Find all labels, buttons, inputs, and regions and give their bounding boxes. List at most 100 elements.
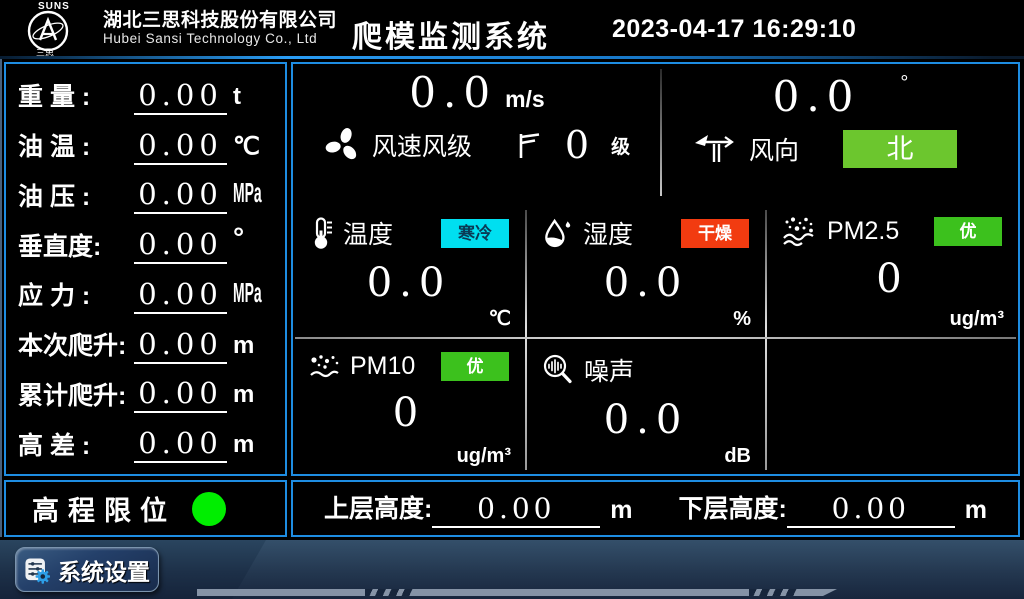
monitor-panel: 0.0m/s 风速风级 0 bbox=[291, 62, 1020, 476]
company-name-en: Hubei Sansi Technology Co., Ltd bbox=[103, 31, 317, 46]
footer-bar: 系统设置 bbox=[0, 540, 1024, 599]
measurement-row-current-climb: 本次爬升: 0.00 m bbox=[18, 320, 275, 364]
pm25-icon bbox=[781, 215, 818, 247]
upper-height-unit: m bbox=[610, 496, 632, 528]
measurement-row-weight: 重 量 : 0.00 t bbox=[18, 71, 275, 115]
measurement-unit: MPa bbox=[227, 182, 275, 214]
humidity-icon bbox=[541, 217, 574, 250]
wind-speed-section: 0.0m/s 风速风级 0 bbox=[293, 64, 661, 200]
stripe-slash-group bbox=[365, 589, 413, 596]
wind-vane-icon bbox=[693, 133, 739, 165]
sensor-unit: ℃ bbox=[489, 306, 511, 331]
wind-direction-unit: ° bbox=[900, 72, 908, 94]
wind-direction-reading: 0.0 ° bbox=[663, 72, 1018, 118]
elevation-limit-label: 高程限位 bbox=[6, 489, 176, 528]
left-bezel-line bbox=[0, 59, 2, 537]
wind-level-icon bbox=[514, 130, 541, 161]
measurement-unit: m bbox=[227, 332, 275, 364]
sensor-unit: ug/m³ bbox=[950, 308, 1004, 331]
wind-direction-section: 0.0 ° 风向 北 bbox=[663, 64, 1018, 200]
wind-level-unit: 级 bbox=[611, 132, 630, 159]
wind-speed-label: 风速风级 bbox=[372, 127, 472, 163]
measurement-value: 0.00 bbox=[134, 180, 227, 214]
measurement-label: 应 力 : bbox=[18, 283, 134, 314]
measurement-row-stress: 应 力 : 0.00 MPa bbox=[18, 270, 275, 314]
sensor-label: 湿度 bbox=[583, 215, 633, 251]
sensor-card-temperature: 温度 寒冷 0.0 ℃ bbox=[293, 202, 525, 335]
elevation-limit-indicator bbox=[192, 492, 226, 526]
temperature-status-badge: 寒冷 bbox=[441, 219, 509, 248]
measurement-value: 0.00 bbox=[134, 280, 227, 314]
wind-section-divider bbox=[660, 69, 662, 196]
measurement-value: 0.00 bbox=[134, 81, 227, 115]
sensor-card-humidity: 湿度 干燥 0.0 % bbox=[527, 202, 765, 335]
sensor-value: 0.0 bbox=[293, 263, 525, 303]
noise-icon bbox=[541, 353, 575, 387]
pm10-status-badge: 优 bbox=[441, 352, 509, 381]
header-accent-divider bbox=[0, 56, 1024, 59]
wind-direction-value: 0.0 bbox=[773, 72, 861, 121]
measurement-value: 0.00 bbox=[134, 230, 227, 264]
measurements-panel: 重 量 : 0.00 t 油 温 : 0.00 ℃ 油 压 : 0.00 MPa… bbox=[4, 62, 287, 476]
measurement-value: 0.00 bbox=[134, 429, 227, 463]
header: SUNS 三思 湖北三思科技股份有限公司 Hubei Sansi Technol… bbox=[0, 0, 1024, 56]
climbing-formwork-monitor-screen: SUNS 三思 湖北三思科技股份有限公司 Hubei Sansi Technol… bbox=[0, 0, 1024, 599]
sensor-label: PM2.5 bbox=[827, 217, 899, 246]
datetime-display: 2023-04-17 16:29:10 bbox=[612, 15, 856, 44]
lower-height-group: 下层高度: 0.00 m bbox=[678, 489, 987, 528]
measurement-label: 本次爬升: bbox=[18, 333, 134, 364]
sensor-value: 0 bbox=[767, 259, 1018, 299]
measurement-value: 0.00 bbox=[134, 379, 227, 413]
pm25-status-badge: 优 bbox=[934, 217, 1002, 246]
sensor-label: PM10 bbox=[350, 352, 415, 381]
measurement-unit: MPa bbox=[227, 282, 275, 314]
measurement-label: 高 差 : bbox=[18, 433, 134, 464]
sensor-unit: dB bbox=[724, 445, 751, 468]
measurement-unit: ° bbox=[227, 220, 275, 251]
sensor-label: 温度 bbox=[343, 215, 393, 251]
measurement-unit: ℃ bbox=[227, 132, 275, 165]
wind-level-value: 0 bbox=[565, 126, 589, 164]
wind-speed-unit: m/s bbox=[505, 86, 545, 112]
sensor-unit: % bbox=[733, 308, 751, 331]
measurement-row-oil-temp: 油 温 : 0.00 ℃ bbox=[18, 121, 275, 165]
wind-direction-row: 风向 北 bbox=[663, 130, 1018, 168]
thermometer-icon bbox=[307, 216, 334, 251]
measurement-row-oil-pressure: 油 压 : 0.00 MPa bbox=[18, 170, 275, 214]
page-title: 爬模监测系统 bbox=[352, 12, 550, 56]
sensor-card-pm25: PM2.5 优 0 ug/m³ bbox=[767, 202, 1018, 335]
measurement-row-verticality: 垂直度: 0.00 ° bbox=[18, 220, 275, 264]
system-settings-button[interactable]: 系统设置 bbox=[15, 547, 159, 592]
sensor-value: 0 bbox=[293, 393, 525, 433]
wind-speed-reading: 0.0m/s bbox=[293, 72, 661, 114]
settings-button-label: 系统设置 bbox=[58, 553, 150, 587]
upper-height-value: 0.00 bbox=[432, 495, 600, 528]
pm10-icon bbox=[307, 353, 341, 381]
measurement-unit: m bbox=[227, 431, 275, 463]
measurement-value: 0.00 bbox=[134, 330, 227, 364]
upper-height-group: 上层高度: 0.00 m bbox=[324, 489, 633, 528]
sensor-value: 0.0 bbox=[527, 400, 765, 440]
measurement-label: 重 量 : bbox=[18, 84, 134, 115]
wind-speed-value: 0.0 bbox=[409, 68, 497, 117]
heights-panel: 上层高度: 0.00 m 下层高度: 0.00 m bbox=[291, 480, 1020, 537]
measurement-unit: m bbox=[227, 381, 275, 413]
sensor-card-pm10: PM10 优 0 ug/m³ bbox=[293, 339, 525, 472]
wind-level-row: 风速风级 0 级 bbox=[293, 126, 661, 164]
measurement-row-height-diff: 高 差 : 0.00 m bbox=[18, 419, 275, 463]
measurement-unit: t bbox=[227, 83, 275, 115]
measurement-value: 0.00 bbox=[134, 131, 227, 165]
sensor-label: 噪声 bbox=[584, 352, 634, 388]
measurement-label: 累计爬升: bbox=[18, 383, 134, 414]
measurement-row-total-climb: 累计爬升: 0.00 m bbox=[18, 369, 275, 413]
upper-height-label: 上层高度: bbox=[324, 489, 432, 528]
sensor-unit: ug/m³ bbox=[457, 445, 511, 468]
stripe-slash-group bbox=[749, 589, 797, 596]
measurement-label: 油 压 : bbox=[18, 184, 134, 215]
elevation-limit-panel: 高程限位 bbox=[4, 480, 287, 537]
footer-deco-stripe bbox=[197, 589, 837, 596]
wind-direction-label: 风向 bbox=[749, 131, 799, 167]
humidity-status-badge: 干燥 bbox=[681, 219, 749, 248]
company-name-cn: 湖北三思科技股份有限公司 bbox=[103, 5, 337, 32]
measurement-label: 垂直度: bbox=[18, 234, 134, 265]
